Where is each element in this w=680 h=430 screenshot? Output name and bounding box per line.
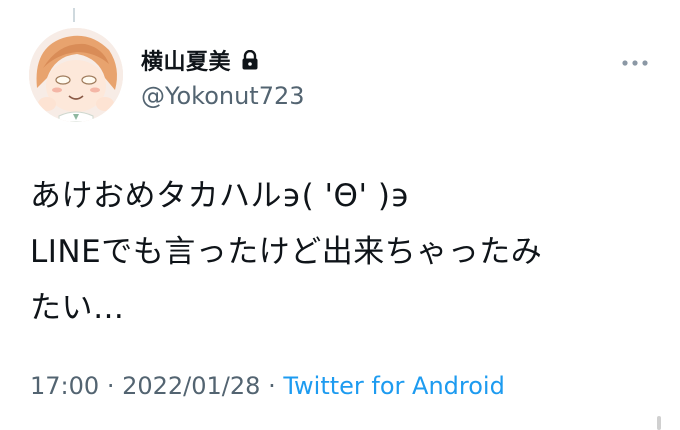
more-options-button[interactable] <box>618 52 652 74</box>
meta-separator: · <box>268 372 276 400</box>
meta-separator: · <box>106 372 115 400</box>
tweet-line: LINEでも言ったけど出来ちゃったみ <box>30 234 543 270</box>
anime-avatar-icon <box>29 28 123 122</box>
lock-icon <box>241 49 259 70</box>
name-row: 横山夏美 <box>141 45 259 75</box>
tweet-text: あけおめタカハル϶( 'Θ' )϶ LINEでも言ったけど出来ちゃったみ たい… <box>30 168 670 336</box>
tweet-line: たい… <box>30 290 125 326</box>
more-dots-icon <box>622 60 648 66</box>
scroll-indicator <box>657 416 661 430</box>
tweet-meta: 17:00 · 2022/01/28 · Twitter for Android <box>30 372 505 400</box>
tweet-time[interactable]: 17:00 <box>30 372 99 400</box>
tweet-line: あけおめタカハル϶( 'Θ' )϶ <box>30 178 410 214</box>
tweet-source-link[interactable]: Twitter for Android <box>283 372 504 400</box>
user-handle[interactable]: @Yokonut723 <box>141 82 305 110</box>
avatar[interactable] <box>29 28 123 122</box>
display-name[interactable]: 横山夏美 <box>141 44 231 76</box>
thread-connector-line <box>73 8 75 22</box>
tweet-date[interactable]: 2022/01/28 <box>122 372 260 400</box>
